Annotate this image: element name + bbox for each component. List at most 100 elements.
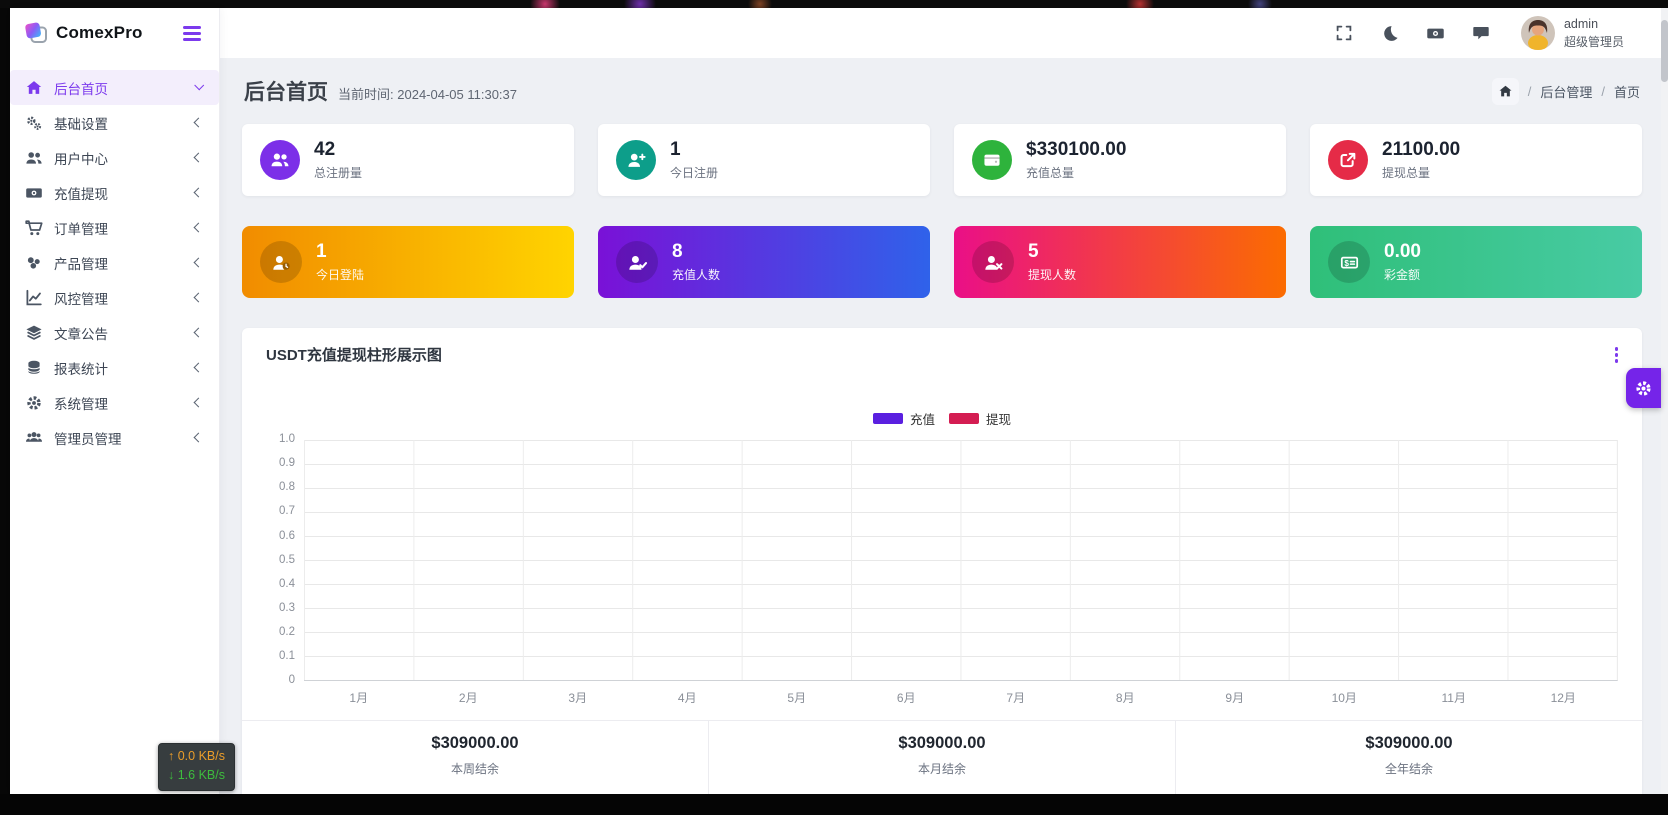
chevron-left-icon [194, 293, 204, 303]
app-shell: ComexPro 后台首页 基础设置 [10, 8, 1668, 794]
sidebar-item-user-center[interactable]: 用户中心 [10, 140, 219, 175]
sidebar-header: ComexPro [10, 8, 219, 58]
gradient-cards-row: 1 今日登陆 8 充值人数 [242, 226, 1642, 298]
sidebar-item-basic-settings[interactable]: 基础设置 [10, 105, 219, 140]
users-icon [25, 149, 43, 167]
upload-speed: ↑ 0.0 KB/s [168, 747, 225, 766]
user-x-icon [972, 241, 1014, 283]
scrollbar-thumb[interactable] [1661, 20, 1668, 82]
layers-icon [25, 324, 43, 342]
stat-label: 提现总量 [1382, 164, 1460, 181]
user-menu[interactable]: admin 超级管理员 [1521, 16, 1624, 50]
sidebar-item-label: 基础设置 [54, 113, 108, 133]
stat-value: 1 [670, 139, 718, 162]
user-clock-icon [260, 241, 302, 283]
sidebar-item-articles[interactable]: 文章公告 [10, 315, 219, 350]
sidebar-item-admins[interactable]: 管理员管理 [10, 420, 219, 455]
main-column: admin 超级管理员 后台首页 当前时间: 2024-04-05 11:30:… [220, 8, 1668, 794]
menu-toggle-icon[interactable] [183, 26, 201, 41]
chat-icon[interactable] [1472, 24, 1490, 42]
user-group-icon [25, 429, 43, 447]
sidebar-item-recharge-withdraw[interactable]: 充值提现 [10, 175, 219, 210]
page-title: 后台首页 [244, 76, 328, 106]
stat-label: 提现人数 [1028, 266, 1076, 283]
breadcrumb-item[interactable]: 后台管理 [1540, 82, 1592, 101]
stat-label: 今日注册 [670, 164, 718, 181]
stat-value: 42 [314, 139, 362, 162]
chart-plot-wrap: 1.0 0.9 0.8 0.7 0.6 0.5 0.4 0.3 0.2 0.1 … [266, 440, 1618, 681]
chevron-left-icon [194, 258, 204, 268]
sidebar-item-label: 产品管理 [54, 253, 108, 273]
stat-card-today-register: 1 今日注册 [598, 124, 930, 196]
stat-value: 1 [316, 241, 364, 264]
top-strip [0, 0, 1668, 8]
stat-card-total-recharge: $330100.00 充值总量 [954, 124, 1286, 196]
money-icon[interactable] [1426, 24, 1445, 43]
chevron-left-icon [194, 118, 204, 128]
sidebar-item-system[interactable]: 系统管理 [10, 385, 219, 420]
sidebar-item-label: 报表统计 [54, 358, 108, 378]
kebab-menu-icon[interactable] [1613, 345, 1621, 365]
avatar [1521, 16, 1555, 50]
summary-month: $309000.00 本月结余 [708, 721, 1175, 794]
user-role: 超级管理员 [1564, 33, 1624, 50]
grad-card-withdraw-users: 5 提现人数 [954, 226, 1286, 298]
stat-value: 0.00 [1384, 241, 1421, 264]
current-time: 当前时间: 2024-04-05 11:30:37 [338, 84, 517, 103]
settings-fab-gear-icon[interactable] [1626, 368, 1661, 408]
chevron-left-icon [194, 328, 204, 338]
home-icon [25, 79, 43, 97]
brand-logo-icon [23, 20, 49, 46]
sidebar-item-label: 管理员管理 [54, 428, 122, 448]
legend-swatch [873, 413, 903, 424]
sidebar-item-label: 用户中心 [54, 148, 108, 168]
cart-icon [25, 219, 43, 237]
sidebar-item-home[interactable]: 后台首页 [10, 70, 219, 105]
balance-summary: $309000.00 本周结余 $309000.00 本月结余 $309000.… [242, 720, 1642, 794]
chevron-left-icon [194, 153, 204, 163]
sidebar-nav: 后台首页 基础设置 [10, 58, 219, 455]
breadcrumb-home-icon[interactable] [1492, 78, 1519, 105]
topbar: admin 超级管理员 [220, 8, 1668, 58]
user-plus-icon [616, 140, 656, 180]
sidebar-item-products[interactable]: 产品管理 [10, 245, 219, 280]
chevron-left-icon [194, 363, 204, 373]
summary-year: $309000.00 全年结余 [1175, 721, 1642, 794]
breadcrumb-item[interactable]: 首页 [1614, 82, 1640, 101]
stat-cards-row: 42 总注册量 1 今日注册 $330100.00 充值总量 [242, 124, 1642, 196]
grad-card-today-login: 1 今日登陆 [242, 226, 574, 298]
sidebar-item-label: 充值提现 [54, 183, 108, 203]
chart-x-axis: 1月 2月 3月 4月 5月 6月 7月 8月 9月 10月 11月 12月 [304, 681, 1618, 716]
banknote-icon [25, 184, 43, 202]
download-speed: ↓ 1.6 KB/s [168, 766, 225, 785]
cubes-icon [25, 254, 43, 272]
sidebar-item-reports[interactable]: 报表统计 [10, 350, 219, 385]
sidebar-item-orders[interactable]: 订单管理 [10, 210, 219, 245]
stat-card-total-register: 42 总注册量 [242, 124, 574, 196]
moon-icon[interactable] [1380, 24, 1399, 43]
stat-label: 今日登陆 [316, 266, 364, 283]
stat-label: 总注册量 [314, 164, 362, 181]
legend-item-withdraw[interactable]: 提现 [949, 409, 1011, 428]
user-name: admin [1564, 17, 1624, 31]
fullscreen-icon[interactable] [1335, 24, 1353, 42]
stat-value: $330100.00 [1026, 139, 1126, 162]
sidebar-item-label: 系统管理 [54, 393, 108, 413]
legend-item-recharge[interactable]: 充值 [873, 409, 935, 428]
brand-name: ComexPro [56, 23, 143, 43]
chevron-left-icon [194, 223, 204, 233]
sidebar: ComexPro 后台首页 基础设置 [10, 8, 220, 794]
chart-legend: 充值 提现 [266, 409, 1618, 428]
users-icon [260, 140, 300, 180]
breadcrumb: / 后台管理 / 首页 [1492, 78, 1640, 105]
sidebar-item-label: 订单管理 [54, 218, 108, 238]
network-speed-badge: ↑ 0.0 KB/s ↓ 1.6 KB/s [158, 743, 235, 791]
page-header: 后台首页 当前时间: 2024-04-05 11:30:37 / 后台管理 / … [244, 76, 1640, 106]
stat-label: 充值人数 [672, 266, 720, 283]
stat-card-total-withdraw: 21100.00 提现总量 [1310, 124, 1642, 196]
sidebar-item-risk-control[interactable]: 风控管理 [10, 280, 219, 315]
chart-plot-area [304, 440, 1618, 681]
stat-label: 彩金额 [1384, 266, 1421, 283]
scrollbar-track[interactable] [1661, 8, 1668, 794]
settings-gears-icon [25, 114, 43, 132]
